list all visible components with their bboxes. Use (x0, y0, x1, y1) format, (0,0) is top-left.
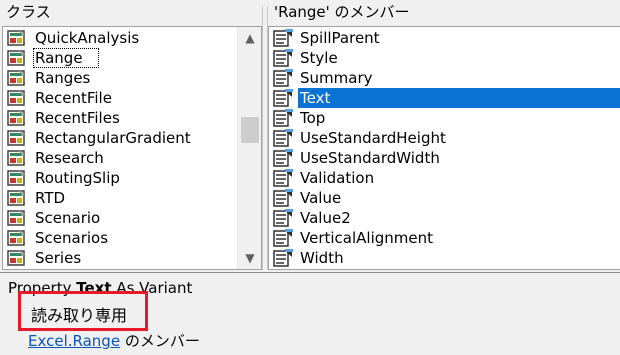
members-list[interactable]: SpillParent Style Summary Text Top UseStandar… (268, 26, 620, 270)
member-item-row[interactable]: Value2 (269, 208, 620, 228)
class-item-row[interactable]: Ranges (3, 68, 237, 88)
class-item-label: Series (35, 249, 82, 267)
member-item-label: Text (298, 88, 620, 108)
member-item-label: UseStandardHeight (300, 129, 446, 147)
class-item-label: RecentFile (35, 89, 112, 107)
member-item-row[interactable]: VerticalAlignment (269, 228, 620, 248)
members-header: 'Range' のメンバー (268, 0, 620, 28)
class-item-label: RTD (35, 189, 66, 207)
member-of-suffix: のメンバー (120, 332, 200, 350)
class-object-icon (7, 109, 27, 127)
scroll-up-arrow-icon[interactable]: ▲ (238, 27, 261, 49)
member-item-label: Value (300, 189, 342, 207)
class-object-icon (7, 249, 27, 267)
class-object-icon (7, 89, 27, 107)
member-item-row[interactable]: Value (269, 188, 620, 208)
member-item-label: Validation (300, 169, 375, 187)
class-object-icon (7, 209, 27, 227)
member-item-label: VerticalAlignment (300, 229, 434, 247)
class-item-label: Range (33, 48, 99, 68)
classes-list[interactable]: QuickAnalysis Range Ranges RecentFile Recent… (2, 26, 262, 270)
member-item-label: Width (300, 249, 344, 267)
property-icon (272, 108, 294, 128)
class-item-row[interactable]: RecentFiles (3, 108, 237, 128)
property-icon (272, 88, 294, 108)
property-icon (272, 188, 294, 208)
member-item-row[interactable]: Top (269, 108, 620, 128)
member-item-row[interactable]: Text (269, 88, 620, 108)
classes-scrollbar[interactable]: ▲ ▼ (237, 27, 261, 269)
member-item-label: Top (300, 109, 326, 127)
classes-rows: QuickAnalysis Range Ranges RecentFile Recent… (3, 28, 237, 268)
member-item-row[interactable]: Summary (269, 68, 620, 88)
class-item-row[interactable]: Research (3, 148, 237, 168)
class-item-label: Ranges (35, 69, 91, 87)
class-item-label: RecentFiles (35, 109, 120, 127)
class-item-row[interactable]: QuickAnalysis (3, 28, 237, 48)
class-object-icon (7, 29, 27, 47)
class-object-icon (7, 69, 27, 87)
details-pane: Property Text As Variant 読み取り専用 Excel.Ra… (0, 272, 620, 355)
class-item-row[interactable]: RTD (3, 188, 237, 208)
class-item-label: Scenarios (35, 229, 109, 247)
member-item-label: SpillParent (300, 29, 380, 47)
class-item-label: RectangularGradient (35, 129, 191, 147)
member-item-row[interactable]: UseStandardHeight (269, 128, 620, 148)
member-item-row[interactable]: UseStandardWidth (269, 148, 620, 168)
member-item-row[interactable]: Style (269, 48, 620, 68)
property-icon (272, 28, 294, 48)
member-item-label: UseStandardWidth (300, 149, 440, 167)
classes-header: クラス (0, 0, 262, 28)
readonly-highlight-box: 読み取り専用 (18, 291, 148, 331)
class-item-row[interactable]: RectangularGradient (3, 128, 237, 148)
class-item-row[interactable]: Series (3, 248, 237, 268)
member-of: Excel.Range のメンバー (28, 330, 200, 351)
member-of-link[interactable]: Excel.Range (28, 332, 120, 350)
class-item-label: Scenario (35, 209, 101, 227)
class-item-label: Research (35, 149, 104, 167)
scroll-down-arrow-icon[interactable]: ▼ (238, 247, 261, 269)
class-item-row[interactable]: Range (3, 48, 237, 68)
member-item-label: Summary (300, 69, 373, 87)
class-item-label: QuickAnalysis (35, 29, 140, 47)
class-object-icon (7, 149, 27, 167)
class-object-icon (7, 169, 27, 187)
class-object-icon (7, 49, 27, 67)
class-item-row[interactable]: Scenario (3, 208, 237, 228)
members-rows: SpillParent Style Summary Text Top UseStandar… (269, 28, 620, 268)
property-icon (272, 148, 294, 168)
class-object-icon (7, 129, 27, 147)
member-item-row[interactable]: Validation (269, 168, 620, 188)
member-item-row[interactable]: Width (269, 248, 620, 268)
property-icon (272, 228, 294, 248)
member-item-row[interactable]: SpillParent (269, 28, 620, 48)
property-icon (272, 128, 294, 148)
scroll-thumb[interactable] (241, 117, 259, 143)
class-item-row[interactable]: RecentFile (3, 88, 237, 108)
class-object-icon (7, 189, 27, 207)
readonly-label: 読み取り専用 (31, 306, 128, 325)
property-icon (272, 68, 294, 88)
class-object-icon (7, 229, 27, 247)
property-icon (272, 208, 294, 228)
property-icon (272, 168, 294, 188)
member-item-label: Style (300, 49, 338, 67)
class-item-row[interactable]: Scenarios (3, 228, 237, 248)
member-item-label: Value2 (300, 209, 351, 227)
property-icon (272, 48, 294, 68)
class-item-label: RoutingSlip (35, 169, 120, 187)
class-item-row[interactable]: RoutingSlip (3, 168, 237, 188)
property-icon (272, 248, 294, 268)
